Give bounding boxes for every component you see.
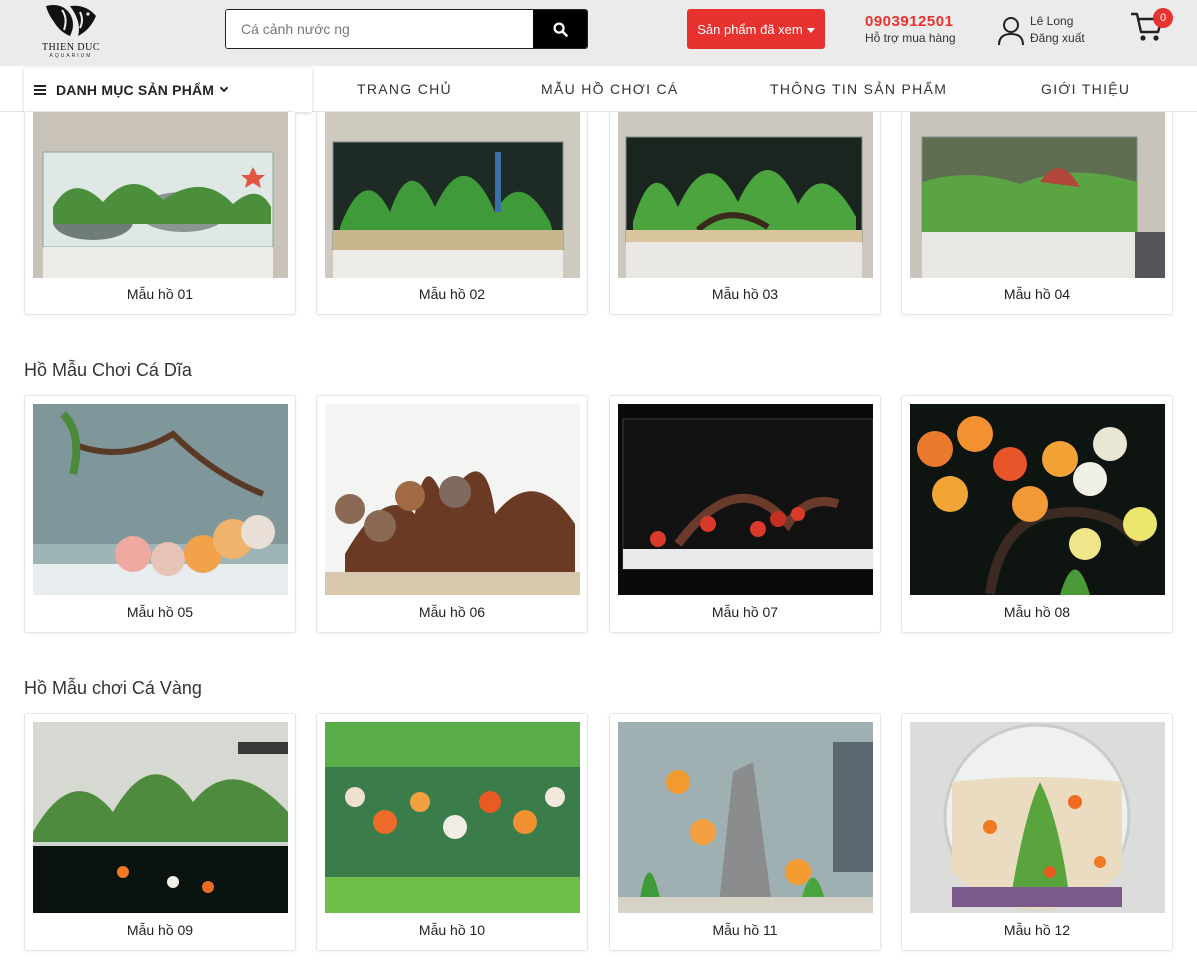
hotline: 0903912501 Hỗ trợ mua hàng bbox=[865, 13, 975, 45]
search-box bbox=[225, 9, 588, 49]
product-card[interactable]: Mẫu hồ 11 bbox=[609, 713, 881, 951]
product-title[interactable]: Mẫu hồ 06 bbox=[317, 604, 587, 620]
product-card[interactable]: Mẫu hồ 09 bbox=[24, 713, 296, 951]
product-title[interactable]: Mẫu hồ 08 bbox=[902, 604, 1172, 620]
chevron-down-icon bbox=[219, 83, 229, 93]
product-title[interactable]: Mẫu hồ 02 bbox=[317, 286, 587, 302]
product-title[interactable]: Mẫu hồ 03 bbox=[610, 286, 880, 302]
viewed-products-button[interactable]: Sản phẩm đã xem bbox=[687, 9, 825, 49]
product-title[interactable]: Mẫu hồ 10 bbox=[317, 922, 587, 938]
product-card[interactable]: Mẫu hồ 06 bbox=[316, 395, 588, 633]
category-menu-button[interactable]: DANH MỤC SẢN PHẨM bbox=[24, 68, 312, 112]
product-image bbox=[33, 404, 288, 595]
product-image bbox=[325, 722, 580, 913]
product-title[interactable]: Mẫu hồ 09 bbox=[25, 922, 295, 938]
user-name[interactable]: Lê Long bbox=[1030, 14, 1073, 28]
cart-button[interactable]: 0 bbox=[1130, 8, 1175, 48]
cart-count-badge: 0 bbox=[1153, 8, 1173, 28]
header-bar: THIEN DUC AQUARIUM Sản phẩm đã xem 09039… bbox=[0, 0, 1197, 66]
product-image bbox=[33, 722, 288, 913]
product-card[interactable]: Mẫu hồ 08 bbox=[901, 395, 1173, 633]
product-title[interactable]: Mẫu hồ 04 bbox=[902, 286, 1172, 302]
product-card[interactable]: Mẫu hồ 10 bbox=[316, 713, 588, 951]
product-image bbox=[910, 404, 1165, 595]
product-card[interactable]: Mẫu hồ 04 bbox=[901, 111, 1173, 315]
hotline-label: Hỗ trợ mua hàng bbox=[865, 31, 956, 45]
nav-item-about[interactable]: GIỚI THIỆU bbox=[1041, 66, 1130, 112]
nav-item-home[interactable]: TRANG CHỦ bbox=[357, 66, 452, 112]
caret-down-icon bbox=[806, 27, 815, 33]
product-title[interactable]: Mẫu hồ 07 bbox=[610, 604, 880, 620]
product-card[interactable]: Mẫu hồ 01 bbox=[24, 111, 296, 315]
user-icon bbox=[998, 17, 1024, 46]
hotline-number[interactable]: 0903912501 bbox=[865, 13, 975, 30]
product-title[interactable]: Mẫu hồ 01 bbox=[25, 286, 295, 302]
search-icon bbox=[552, 21, 568, 37]
product-image bbox=[618, 722, 873, 913]
logo-text: THIEN DUC bbox=[41, 42, 101, 53]
logo-subtext: AQUARIUM bbox=[49, 53, 93, 59]
product-image bbox=[910, 722, 1165, 913]
account-area: Lê Long Đăng xuất bbox=[997, 14, 1117, 48]
category-menu-label: DANH MỤC SẢN PHẨM bbox=[56, 82, 215, 98]
logout-link[interactable]: Đăng xuất bbox=[1030, 31, 1085, 45]
site-logo[interactable]: THIEN DUC AQUARIUM bbox=[30, 0, 112, 60]
fish-logo-icon bbox=[46, 5, 96, 36]
product-image bbox=[618, 112, 873, 278]
product-image bbox=[325, 112, 580, 278]
nav-item-tank-samples[interactable]: MẪU HỒ CHƠI CÁ bbox=[541, 66, 679, 112]
main-nav: DANH MỤC SẢN PHẨM TRANG CHỦ MẪU HỒ CHƠI … bbox=[0, 66, 1197, 112]
search-button[interactable] bbox=[533, 10, 587, 48]
product-title[interactable]: Mẫu hồ 11 bbox=[610, 922, 880, 938]
search-input[interactable] bbox=[226, 10, 534, 48]
hamburger-icon bbox=[34, 85, 46, 95]
product-title[interactable]: Mẫu hồ 05 bbox=[25, 604, 295, 620]
section-title-discus: Hồ Mẫu Chơi Cá Dĩa bbox=[24, 360, 192, 380]
product-image bbox=[910, 112, 1165, 278]
product-card[interactable]: Mẫu hồ 07 bbox=[609, 395, 881, 633]
product-image bbox=[33, 112, 288, 278]
product-image bbox=[618, 404, 873, 595]
product-card[interactable]: Mẫu hồ 05 bbox=[24, 395, 296, 633]
product-card[interactable]: Mẫu hồ 12 bbox=[901, 713, 1173, 951]
section-title-goldfish: Hồ Mẫu chơi Cá Vàng bbox=[24, 678, 202, 698]
nav-item-product-info[interactable]: THÔNG TIN SẢN PHẨM bbox=[770, 66, 947, 112]
product-title[interactable]: Mẫu hồ 12 bbox=[902, 922, 1172, 938]
product-card[interactable]: Mẫu hồ 02 bbox=[316, 111, 588, 315]
product-card[interactable]: Mẫu hồ 03 bbox=[609, 111, 881, 315]
viewed-products-label: Sản phẩm đã xem bbox=[697, 21, 803, 37]
product-image bbox=[325, 404, 580, 595]
